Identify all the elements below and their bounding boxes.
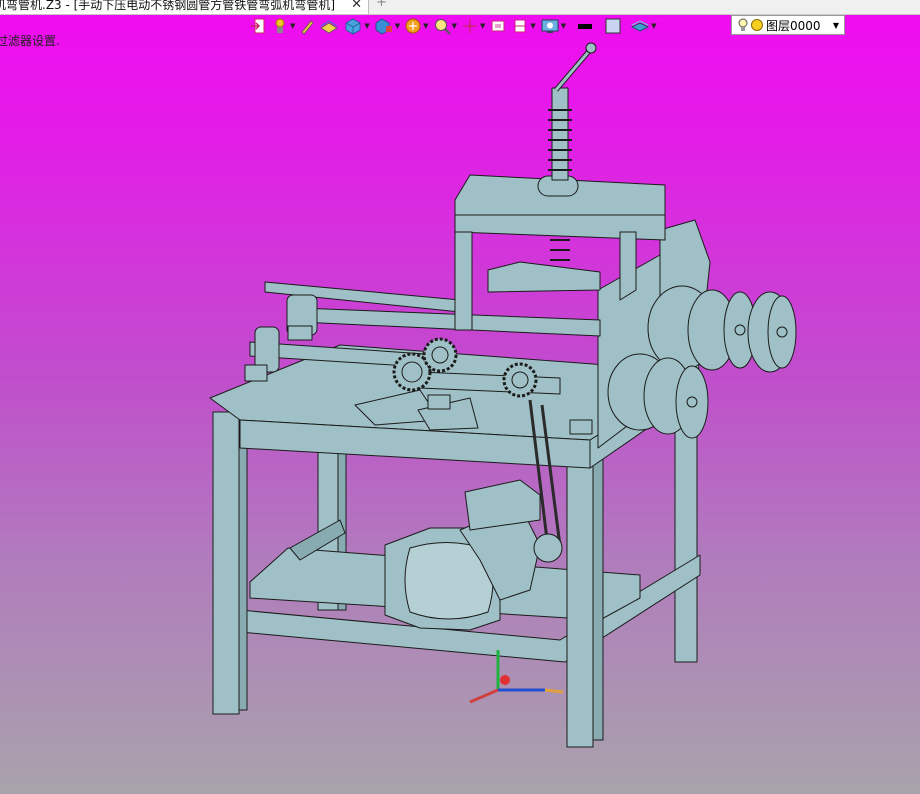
chevron-down-icon[interactable]: ▼ xyxy=(364,22,369,30)
face-color-icon[interactable] xyxy=(603,15,623,37)
chevron-down-icon[interactable]: ▼ xyxy=(290,22,295,30)
frame-icon[interactable] xyxy=(488,15,508,37)
display-icon[interactable]: ▼ xyxy=(539,15,567,37)
section-icon[interactable]: ▼ xyxy=(510,15,536,37)
front-left-leg xyxy=(212,411,248,715)
chevron-down-icon[interactable]: ▼ xyxy=(833,21,839,30)
sun-icon xyxy=(751,19,763,31)
3d-viewport[interactable] xyxy=(0,38,920,794)
chevron-down-icon[interactable]: ▼ xyxy=(395,22,400,30)
render-mode-icon[interactable]: ▼ xyxy=(403,15,429,37)
zoom-icon[interactable]: ▼ xyxy=(432,15,458,37)
layer-plane-icon[interactable]: ▼ xyxy=(629,15,657,37)
axis-icon[interactable]: ▼ xyxy=(460,15,486,37)
title-bar: 机弯管机.Z3 - [手动下压电动不锈钢圆管方管铁管弯弧机弯管机] ✕ + xyxy=(0,0,920,15)
solid-cube-icon[interactable]: ▼ xyxy=(342,15,370,37)
document-tab[interactable]: 机弯管机.Z3 - [手动下压电动不锈钢圆管方管铁管弯弧机弯管机] ✕ xyxy=(0,0,369,14)
chevron-down-icon[interactable]: ▼ xyxy=(651,22,656,30)
chevron-down-icon[interactable]: ▼ xyxy=(561,22,566,30)
chevron-down-icon[interactable]: ▼ xyxy=(423,22,428,30)
lightbulb-icon xyxy=(738,18,748,31)
layer-dropdown[interactable]: 图层0000 ▼ xyxy=(731,15,845,35)
new-tab-icon[interactable]: + xyxy=(376,0,387,10)
chevron-down-icon[interactable]: ▼ xyxy=(530,22,535,30)
exit-icon[interactable] xyxy=(248,15,268,37)
line-color-icon[interactable] xyxy=(575,15,595,37)
view-cube-icon[interactable]: ▼ xyxy=(373,15,401,37)
document-tab-title: 机弯管机.Z3 - [手动下压电动不锈钢圆管方管铁管弯弧机弯管机] xyxy=(0,0,335,12)
surface-icon[interactable] xyxy=(318,15,340,37)
view-toolbar: ▼ ▼ ▼ ▼ ▼ ▼ ▼ ▼ ▼ xyxy=(248,14,658,38)
chevron-down-icon[interactable]: ▼ xyxy=(480,22,485,30)
layer-name: 图层0000 xyxy=(766,18,821,33)
light-icon[interactable]: ▼ xyxy=(270,15,296,37)
front-right-leg xyxy=(566,439,604,748)
pencil-icon[interactable] xyxy=(298,15,316,37)
close-tab-icon[interactable]: ✕ xyxy=(351,0,362,12)
chevron-down-icon[interactable]: ▼ xyxy=(452,22,457,30)
